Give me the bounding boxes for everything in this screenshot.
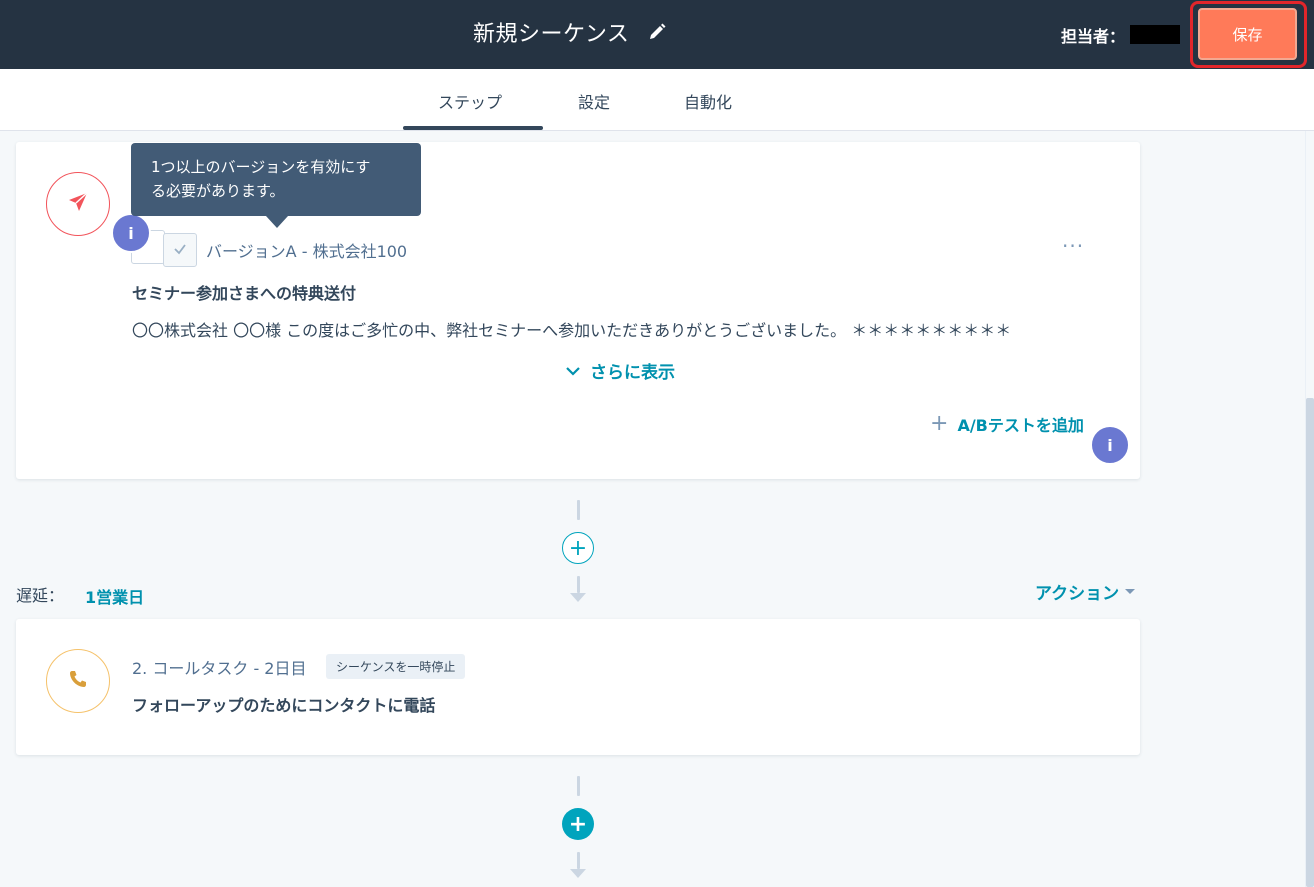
tab-settings[interactable]: 設定 [578, 89, 610, 113]
email-step-icon-circle [46, 172, 110, 236]
email-subject: セミナー参加さまへの特典送付 [132, 284, 357, 303]
chevron-down-icon [566, 361, 590, 381]
delay-value[interactable]: 1営業日 [85, 584, 144, 608]
connector-line [577, 500, 580, 520]
version-label: バージョンA - 株式会社100 [206, 242, 408, 261]
tab-bar: ステップ 設定 自動化 [0, 69, 1314, 131]
delay-label: 遅延： [16, 586, 65, 605]
call-task-card [16, 619, 1140, 755]
add-step-button[interactable]: + [562, 532, 594, 564]
tab-steps[interactable]: ステップ [438, 89, 502, 113]
plus-icon: + [930, 411, 949, 436]
email-body-preview: 〇〇株式会社 〇〇様 この度はご多忙の中、弊社セミナーへ参加いただきありがとうご… [132, 321, 1012, 340]
tab-automation[interactable]: 自動化 [684, 89, 732, 113]
phone-icon [68, 669, 88, 693]
add-ab-test-button[interactable]: + A/Bテストを追加 [930, 411, 1084, 436]
call-step-icon-circle [46, 649, 110, 713]
show-more-link[interactable]: さらに表示 [566, 358, 675, 383]
connector-line [577, 576, 580, 593]
add-ab-test-label: A/Bテストを追加 [957, 415, 1084, 435]
connector-line [577, 776, 580, 796]
call-step-title: フォローアップのためにコンタクトに電話 [132, 696, 436, 715]
owner-redacted-value[interactable] [1130, 25, 1180, 44]
save-button[interactable]: 保存 [1198, 8, 1297, 60]
caret-down-icon [1125, 589, 1136, 594]
connector-line [577, 852, 580, 869]
sequence-title-group: 新規シーケンス [473, 16, 667, 48]
pause-sequence-tag: シーケンスを一時停止 [326, 654, 466, 679]
actions-label: アクション [1035, 584, 1120, 604]
actions-dropdown[interactable]: アクション [1035, 579, 1136, 604]
tooltip-arrow [266, 216, 288, 228]
arrow-down-icon [570, 869, 586, 878]
call-step-label: 2. コールタスク - 2日目 [132, 659, 307, 678]
info-icon[interactable]: i [111, 213, 151, 253]
tooltip-line-2: る必要があります。 [151, 182, 285, 200]
show-more-label: さらに表示 [590, 363, 675, 383]
checkmark-icon [173, 241, 187, 260]
add-step-button-filled[interactable]: + [562, 808, 594, 840]
owner-label: 担当者： [1061, 27, 1126, 46]
active-tab-indicator [403, 126, 543, 130]
tooltip: 1つ以上のバージョンを有効にす る必要があります。 [131, 143, 421, 216]
scrollbar-thumb[interactable] [1306, 398, 1314, 887]
tooltip-line-1: 1つ以上のバージョンを有効にす [151, 158, 371, 176]
plus-icon: + [568, 535, 588, 561]
arrow-down-icon [570, 593, 586, 602]
info-icon-bottom[interactable]: i [1090, 425, 1130, 465]
plus-icon: + [568, 811, 588, 837]
send-icon [67, 191, 89, 217]
version-a-checkbox[interactable] [163, 233, 197, 267]
sequence-title[interactable]: 新規シーケンス [473, 16, 629, 48]
pencil-icon[interactable] [647, 22, 667, 42]
more-options-icon[interactable]: ··· [1062, 234, 1084, 258]
top-header: 新規シーケンス 担当者： 保存 [0, 0, 1314, 69]
